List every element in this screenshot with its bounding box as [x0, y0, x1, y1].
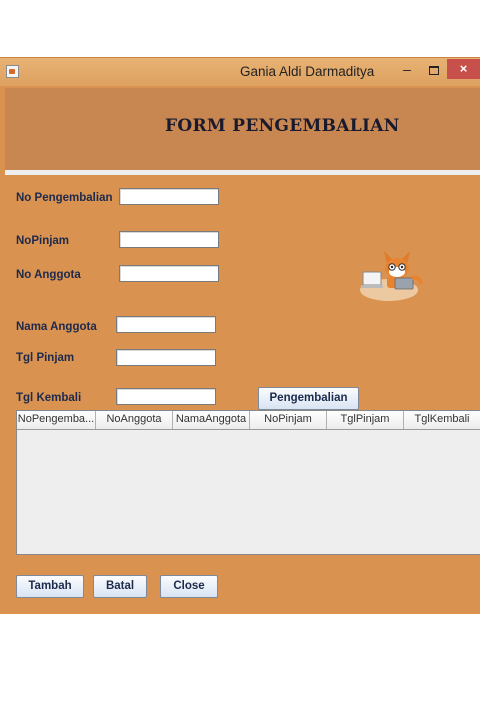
- window-title: Gania Aldi Darmaditya: [240, 64, 375, 79]
- tgl-pinjam-label: Tgl Pinjam: [16, 352, 75, 364]
- batal-button[interactable]: Batal: [93, 575, 147, 598]
- no-anggota-label: No Anggota: [16, 269, 81, 281]
- no-pengembalian-label: No Pengembalian: [16, 192, 113, 204]
- java-app-icon: [6, 65, 19, 78]
- no-pengembalian-field[interactable]: [119, 188, 219, 205]
- nama-anggota-label: Nama Anggota: [16, 321, 97, 333]
- column-header[interactable]: NoPengemba...: [17, 411, 96, 429]
- no-anggota-field[interactable]: [119, 265, 219, 282]
- column-header[interactable]: NoPinjam: [250, 411, 327, 429]
- table-header: NoPengemba... NoAnggota NamaAnggota NoPi…: [17, 411, 480, 430]
- no-pinjam-label: NoPinjam: [16, 235, 70, 247]
- column-header[interactable]: NoAnggota: [96, 411, 173, 429]
- tgl-kembali-label: Tgl Kembali: [16, 392, 82, 404]
- tgl-kembali-field[interactable]: [116, 388, 216, 405]
- no-pinjam-field[interactable]: [119, 231, 219, 248]
- title-bar[interactable]: Gania Aldi Darmaditya – ×: [0, 58, 480, 86]
- header-banner: FORM PENGEMBALIAN: [5, 88, 480, 170]
- form-heading: FORM PENGEMBALIAN: [165, 116, 400, 136]
- column-header[interactable]: TglPinjam: [327, 411, 404, 429]
- pengembalian-table[interactable]: NoPengemba... NoAnggota NamaAnggota NoPi…: [16, 410, 480, 555]
- close-button[interactable]: Close: [160, 575, 218, 598]
- tgl-pinjam-field[interactable]: [116, 349, 216, 366]
- fox-laptop-illustration: [360, 251, 423, 301]
- column-header[interactable]: NamaAnggota: [173, 411, 250, 429]
- close-window-button[interactable]: ×: [447, 59, 480, 79]
- app-window: Gania Aldi Darmaditya – × FORM PENGEMBAL…: [0, 57, 480, 614]
- maximize-icon: [429, 66, 439, 75]
- nama-anggota-field[interactable]: [116, 316, 216, 333]
- pengembalian-button[interactable]: Pengembalian: [258, 387, 359, 410]
- tambah-button[interactable]: Tambah: [16, 575, 84, 598]
- header-separator: [5, 170, 480, 175]
- column-header[interactable]: TglKembali: [404, 411, 480, 429]
- maximize-button[interactable]: [422, 60, 444, 80]
- minimize-button[interactable]: –: [396, 60, 418, 80]
